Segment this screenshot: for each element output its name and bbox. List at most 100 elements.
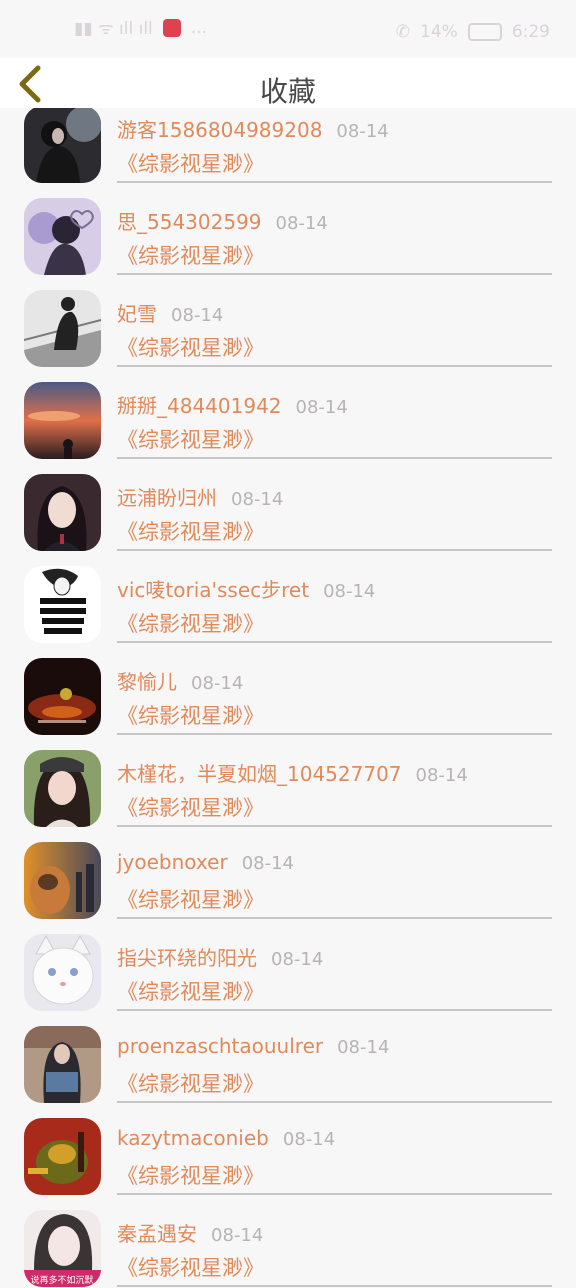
status-bar: ▮▮ ᯤ ıll ıll ... ✆ 14% 6:29 — [0, 0, 576, 58]
username[interactable]: 秦孟遇安 08-14 — [117, 1218, 263, 1247]
user-avatar[interactable]: 说再多不如沉默 — [24, 1210, 101, 1287]
user-avatar[interactable] — [24, 382, 101, 459]
list-item[interactable]: 思_554302599 08-14 《综影视星渺》 — [0, 184, 576, 276]
username[interactable]: 游客1586804989208 08-14 — [117, 114, 389, 143]
user-avatar[interactable] — [24, 474, 101, 551]
user-avatar[interactable] — [24, 106, 101, 183]
book-title[interactable]: 《综影视星渺》 — [117, 516, 264, 546]
favorite-date: 08-14 — [282, 1129, 336, 1150]
book-title[interactable]: 《综影视星渺》 — [117, 424, 264, 454]
username[interactable]: 思_554302599 08-14 — [117, 206, 328, 235]
favorite-date: 08-14 — [231, 489, 284, 510]
book-title[interactable]: 《综影视星渺》 — [117, 792, 264, 822]
list-item[interactable]: vic唛toria'ssec步ret 08-14 《综影视星渺》 — [0, 552, 576, 644]
book-title[interactable]: 《综影视星渺》 — [117, 1252, 264, 1282]
username[interactable]: 黎愉儿 08-14 — [117, 666, 243, 695]
book-title[interactable]: 《综影视星渺》 — [117, 608, 264, 638]
username[interactable]: 妃雪 08-14 — [117, 298, 223, 327]
username-text[interactable]: proenzaschtaouulrer — [117, 1034, 323, 1058]
list-item[interactable]: 掰掰_484401942 08-14 《综影视星渺》 — [0, 368, 576, 460]
book-title[interactable]: 《综影视星渺》 — [117, 1068, 264, 1098]
favorites-list: 游客1586804989208 08-14 《综影视星渺》 思_554302599… — [0, 92, 576, 1288]
app-notification-icon — [162, 18, 181, 37]
favorite-date: 08-14 — [415, 765, 468, 786]
username[interactable]: 木槿花，半夏如烟_104527707 08-14 — [117, 758, 468, 787]
divider — [117, 549, 552, 551]
status-left: ▮▮ ᯤ ıll ıll ... — [74, 16, 207, 40]
list-item[interactable]: proenzaschtaouulrer 08-14 《综影视星渺》 — [0, 1012, 576, 1104]
book-title[interactable]: 《综影视星渺》 — [117, 884, 264, 914]
user-avatar[interactable] — [24, 1026, 101, 1103]
divider — [117, 825, 552, 827]
divider — [117, 181, 552, 183]
favorite-date: 08-14 — [171, 305, 224, 326]
username-text[interactable]: 指尖环绕的阳光 — [117, 946, 257, 970]
divider — [117, 457, 552, 459]
username-text[interactable]: vic唛toria'ssec步ret — [117, 578, 309, 602]
divider — [117, 1285, 552, 1287]
phone-icon: ✆ — [395, 22, 411, 42]
username[interactable]: 掰掰_484401942 08-14 — [117, 390, 348, 419]
book-title[interactable]: 《综影视星渺》 — [117, 700, 264, 730]
header-bar: 收藏 — [0, 58, 576, 108]
status-left-text: ... — [190, 17, 207, 38]
page-title: 收藏 — [259, 75, 316, 108]
favorite-date: 08-14 — [337, 1037, 390, 1058]
username-text[interactable]: 远浦盼归州 — [117, 486, 217, 510]
favorite-date: 08-14 — [271, 949, 324, 970]
user-avatar[interactable] — [24, 842, 101, 919]
username[interactable]: 指尖环绕的阳光 08-14 — [117, 942, 323, 971]
list-item[interactable]: 妃雪 08-14 《综影视星渺》 — [0, 276, 576, 368]
username[interactable]: 远浦盼归州 08-14 — [117, 482, 283, 511]
user-avatar[interactable] — [24, 1118, 101, 1195]
list-item[interactable]: jyoebnoxer 08-14 《综影视星渺》 — [0, 828, 576, 920]
username-text[interactable]: 黎愉儿 — [117, 670, 177, 694]
book-title[interactable]: 《综影视星渺》 — [117, 976, 264, 1006]
user-avatar[interactable] — [24, 750, 101, 827]
list-item[interactable]: 黎愉儿 08-14 《综影视星渺》 — [0, 644, 576, 736]
list-item[interactable]: kazytmaconieb 08-14 《综影视星渺》 — [0, 1104, 576, 1196]
user-avatar[interactable] — [24, 934, 101, 1011]
favorite-date: 08-14 — [211, 1225, 264, 1246]
username-text[interactable]: jyoebnoxer — [117, 850, 228, 874]
battery-icon — [467, 23, 502, 41]
favorite-date: 08-14 — [275, 213, 328, 234]
list-item[interactable]: 远浦盼归州 08-14 《综影视星渺》 — [0, 460, 576, 552]
user-avatar[interactable] — [24, 658, 101, 735]
username[interactable]: vic唛toria'ssec步ret 08-14 — [117, 574, 375, 603]
favorite-date: 08-14 — [336, 121, 389, 142]
username[interactable]: jyoebnoxer 08-14 — [117, 850, 294, 874]
username[interactable]: proenzaschtaouulrer 08-14 — [117, 1034, 389, 1058]
user-avatar[interactable] — [24, 290, 101, 367]
favorite-date: 08-14 — [241, 853, 294, 874]
list-item[interactable]: 说再多不如沉默 秦孟遇安 08-14 《综影视星渺》 — [0, 1196, 576, 1288]
username-text[interactable]: 思_554302599 — [117, 210, 262, 234]
user-avatar[interactable] — [24, 566, 101, 643]
clock: 6:29 — [511, 22, 550, 42]
book-title[interactable]: 《综影视星渺》 — [117, 1160, 264, 1190]
favorite-date: 08-14 — [295, 397, 348, 418]
user-avatar[interactable] — [24, 198, 101, 275]
battery-percent: 14% — [420, 22, 458, 42]
username-text[interactable]: 秦孟遇安 — [117, 1222, 197, 1246]
divider — [117, 1101, 552, 1103]
favorite-date: 08-14 — [191, 673, 244, 694]
username-text[interactable]: 游客1586804989208 — [117, 118, 322, 142]
book-title[interactable]: 《综影视星渺》 — [117, 240, 264, 270]
list-item[interactable]: 木槿花，半夏如烟_104527707 08-14 《综影视星渺》 — [0, 736, 576, 828]
divider — [117, 733, 552, 735]
avatar-caption: 说再多不如沉默 — [30, 1274, 93, 1286]
book-title[interactable]: 《综影视星渺》 — [117, 148, 264, 178]
username-text[interactable]: 妃雪 — [117, 302, 157, 326]
book-title[interactable]: 《综影视星渺》 — [117, 332, 264, 362]
divider — [117, 1009, 552, 1011]
divider — [117, 917, 552, 919]
divider — [117, 641, 552, 643]
username-text[interactable]: 掰掰_484401942 — [117, 394, 282, 418]
username[interactable]: kazytmaconieb 08-14 — [117, 1126, 335, 1150]
divider — [117, 365, 552, 367]
username-text[interactable]: kazytmaconieb — [117, 1126, 269, 1150]
favorite-date: 08-14 — [323, 581, 376, 602]
list-item[interactable]: 指尖环绕的阳光 08-14 《综影视星渺》 — [0, 920, 576, 1012]
username-text[interactable]: 木槿花，半夏如烟_104527707 — [117, 762, 402, 786]
